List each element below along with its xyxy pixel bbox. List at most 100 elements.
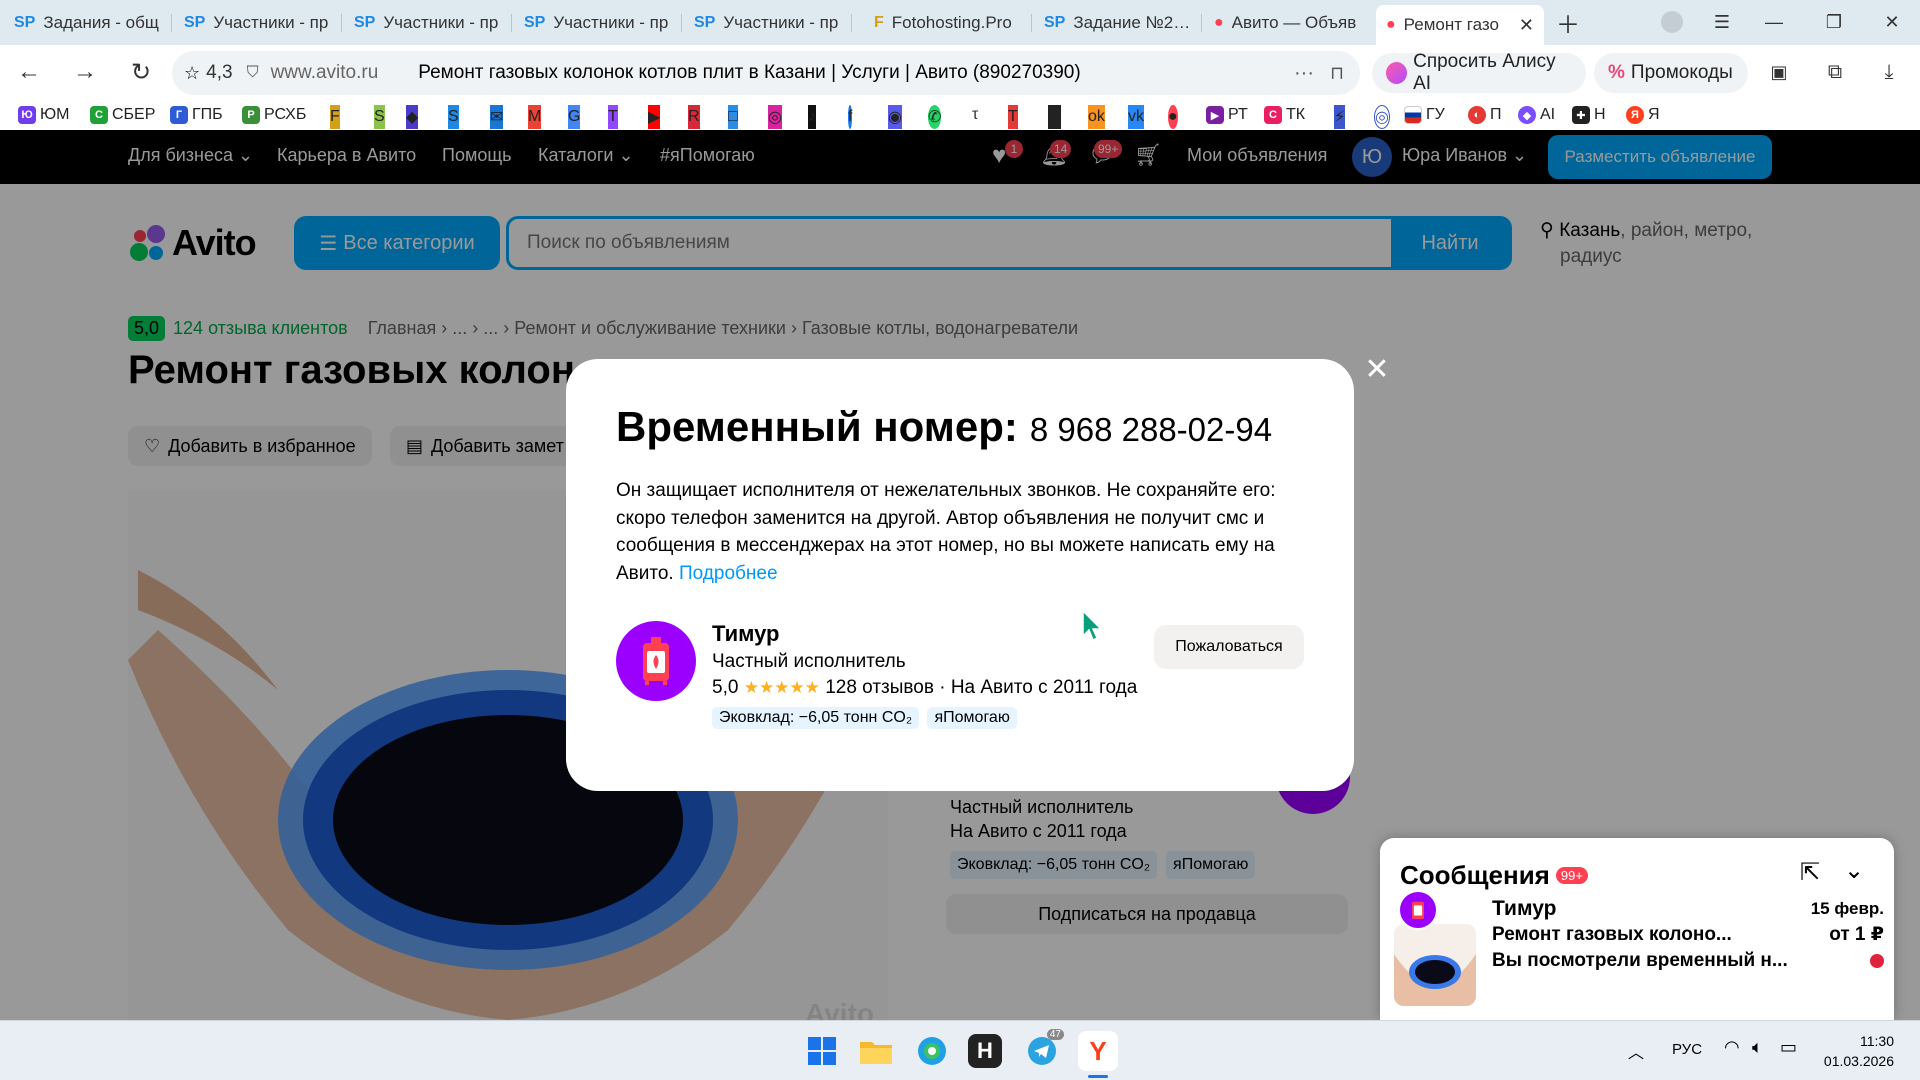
menu-icon[interactable]: ☰ xyxy=(1700,6,1744,38)
ok-icon[interactable]: ok xyxy=(1088,105,1105,129)
bookmark-label: РТ xyxy=(1228,106,1248,123)
tab-title: Участники - пр xyxy=(723,13,839,32)
bookmark-item[interactable]: C ТК xyxy=(1264,103,1305,127)
message-item[interactable]: Тимур 15 февр. Ремонт газовых колоно... … xyxy=(1492,896,1884,974)
extensions-icon[interactable]: ⧉ xyxy=(1818,55,1852,89)
yandex-browser-icon[interactable]: Y xyxy=(1078,1031,1118,1071)
youtube-icon[interactable]: ▶ xyxy=(648,105,661,129)
browser-tab[interactable]: SP Участники - пр xyxy=(344,5,512,41)
site-icon[interactable]: S xyxy=(374,105,385,129)
bookmark-item[interactable]: ▶ РТ xyxy=(1206,103,1248,127)
bookmark-item[interactable]: ◆ AI xyxy=(1518,103,1555,127)
message-thumbnail[interactable] xyxy=(1394,924,1476,1006)
modal-close-icon[interactable]: ✕ xyxy=(1362,353,1392,386)
close-window-icon[interactable]: ✕ xyxy=(1870,6,1914,38)
whatsapp-icon[interactable]: ✆ xyxy=(928,105,942,129)
bookmark-item[interactable]: ◐ П xyxy=(1468,103,1502,127)
wifi-icon[interactable]: ◠ xyxy=(1724,1037,1740,1058)
browser-tab[interactable]: SP Участники - пр xyxy=(174,5,342,41)
bookmark-item[interactable]: Ю ЮМ xyxy=(18,103,70,127)
collection-icon[interactable]: ▣ xyxy=(1762,55,1796,89)
url-domain: www.avito.ru xyxy=(270,62,379,83)
browser-tab[interactable]: ● Авито — Объяв xyxy=(1204,5,1372,41)
seller-reviews[interactable]: 128 отзывов xyxy=(825,677,934,698)
sber-icon: С xyxy=(90,106,108,124)
rutube-icon[interactable]: R xyxy=(688,105,700,129)
restore-icon[interactable]: ❐ xyxy=(1812,6,1856,38)
bookmark-item[interactable]: ✚ Н xyxy=(1572,103,1606,127)
bookmark-item[interactable]: Г ГПБ xyxy=(170,103,223,127)
browser-tab[interactable]: SP Задания - общ xyxy=(4,5,172,41)
twitch-icon[interactable]: T xyxy=(608,105,618,129)
browser-tab[interactable]: SP Участники - пр xyxy=(514,5,682,41)
shield-site-icon[interactable]: ◆ xyxy=(406,105,419,129)
alice-button[interactable]: Спросить Алису AI xyxy=(1372,51,1586,94)
fotohosting-icon[interactable]: F xyxy=(330,105,340,129)
tk-icon: C xyxy=(1264,106,1282,124)
windows-start-icon[interactable] xyxy=(802,1031,842,1071)
t-icon[interactable]: τ xyxy=(972,103,978,127)
app-h-icon[interactable]: H xyxy=(968,1034,1002,1068)
open-external-icon[interactable]: ⇱ xyxy=(1800,858,1820,887)
browser-tab[interactable]: SP Участники - пр xyxy=(684,5,852,41)
address-bar-row: ← → ↻ ☆ 4,3 ⛉ www.avito.ru Ремонт газовы… xyxy=(0,45,1920,101)
t-red-icon[interactable]: T xyxy=(1008,105,1018,129)
tab-title: Ремонт газо xyxy=(1403,15,1499,34)
back-icon[interactable]: ← xyxy=(12,55,46,89)
clock[interactable]: 11:30 01.03.2026 xyxy=(1822,1031,1894,1071)
tab-favicon-sp-icon: SP xyxy=(1044,14,1066,31)
edge-icon[interactable] xyxy=(912,1031,952,1071)
bookmark-item[interactable]: С СБЕР xyxy=(90,103,155,127)
forward-icon[interactable]: → xyxy=(68,55,102,89)
gmail-icon[interactable]: M xyxy=(528,105,542,129)
site-rating[interactable]: 4,3 xyxy=(206,62,232,84)
browser-tab-active[interactable]: ● Ремонт газо ✕ xyxy=(1376,5,1544,45)
telegram-icon[interactable]: 47 xyxy=(1022,1029,1064,1071)
file-explorer-icon[interactable] xyxy=(856,1031,896,1071)
emblem-icon[interactable]: ◎ xyxy=(1374,105,1390,129)
modal-description: Он защищает исполнителя от нежелательных… xyxy=(616,477,1316,587)
tab-favicon-avito-icon: ● xyxy=(1386,16,1396,33)
sp-icon[interactable]: S xyxy=(448,105,459,129)
app2-icon[interactable]: ◉ xyxy=(888,105,902,129)
bookmark-item[interactable]: ГУ xyxy=(1404,103,1445,127)
vk-icon[interactable]: vk xyxy=(1128,105,1144,129)
mouse-cursor-icon xyxy=(1082,610,1103,642)
shield-icon[interactable]: ⛉ xyxy=(247,64,259,82)
app-icon[interactable]: □ xyxy=(728,105,738,129)
seller-name[interactable]: Тимур xyxy=(712,621,1137,647)
seller-avatar[interactable] xyxy=(616,621,696,701)
download-icon[interactable]: ⤓ xyxy=(1872,55,1906,89)
tab-close-icon[interactable]: ✕ xyxy=(1519,15,1534,36)
more-icon[interactable]: ··· xyxy=(1294,62,1314,85)
instagram-icon[interactable]: ◎ xyxy=(768,105,782,129)
report-button[interactable]: Пожаловаться xyxy=(1154,625,1304,669)
mail-icon[interactable]: ✉ xyxy=(490,105,504,129)
collapse-chevron-icon[interactable]: ⌄ xyxy=(1844,856,1864,885)
google-icon[interactable]: G xyxy=(568,105,581,129)
tray-chevron-icon[interactable]: ︿ xyxy=(1628,1039,1644,1063)
facebook-icon[interactable]: f xyxy=(848,105,853,129)
avito-bm-icon[interactable]: ● xyxy=(1168,105,1178,129)
bookmark-item[interactable]: ЯЯ xyxy=(1626,103,1660,127)
promo-button[interactable]: % Промокоды xyxy=(1594,53,1748,93)
star-icon[interactable]: ☆ xyxy=(184,63,200,84)
profile-icon[interactable] xyxy=(1650,6,1694,38)
plus-app-icon[interactable]: ✚ xyxy=(1048,105,1062,129)
browser-tab[interactable]: F Fotohosting.Pro xyxy=(864,5,1032,41)
minimize-icon[interactable]: — xyxy=(1752,6,1796,38)
url-bar[interactable]: ☆ 4,3 ⛉ www.avito.ru Ремонт газовых коло… xyxy=(172,51,1360,95)
language-indicator[interactable]: РУС xyxy=(1672,1041,1702,1058)
reload-icon[interactable]: ↻ xyxy=(124,55,158,89)
bookmark-item[interactable]: Р РСХБ xyxy=(242,103,306,127)
volume-icon[interactable]: 🔈︎ xyxy=(1752,1037,1763,1058)
browser-tab[interactable]: SP Задание №287 xyxy=(1034,5,1202,41)
new-tab-button[interactable]: ＋ xyxy=(1546,6,1590,39)
tiktok-icon[interactable]: ♪ xyxy=(808,105,816,129)
more-link[interactable]: Подробнее xyxy=(679,563,778,584)
messages-header: Сообщения 99+ xyxy=(1400,860,1588,891)
battery-icon[interactable]: ▭ xyxy=(1780,1037,1797,1058)
app3-icon[interactable]: ⚡ xyxy=(1334,105,1346,129)
bookmark-label: СБЕР xyxy=(112,106,156,123)
bookmark-icon[interactable]: ⊓ xyxy=(1330,63,1344,84)
